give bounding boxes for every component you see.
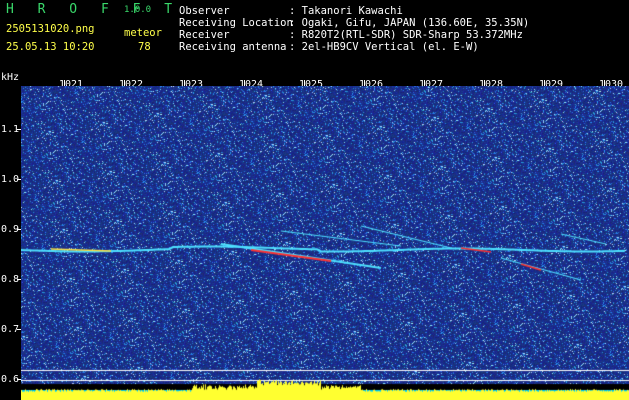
- info-header: H R O F F T 1.0.0 2505131020.png meteor …: [0, 0, 629, 70]
- location-label: Receiving Location: [179, 17, 293, 29]
- antenna-value: : 2el-HB9CV Vertical (el. E-W): [289, 41, 479, 53]
- receiver-label: Receiver: [179, 29, 230, 41]
- location-value: : Ogaki, Gifu, JAPAN (136.60E, 35.35N): [289, 17, 530, 29]
- observer-label: Observer: [179, 5, 230, 17]
- observer-value: : Takanori Kawachi: [289, 5, 403, 17]
- image-filename: 2505131020.png: [6, 23, 95, 35]
- observation-datetime: 25.05.13 10:20: [6, 41, 95, 53]
- antenna-label: Receiving antenna: [179, 41, 287, 53]
- app-version: 1.0.0: [124, 5, 152, 15]
- meteor-label: meteor: [124, 27, 162, 39]
- meteor-count: 78: [138, 41, 151, 53]
- spectrogram-canvas: [21, 86, 629, 400]
- y-unit-label: kHz: [1, 72, 20, 83]
- app-brand: H R O F F T: [6, 2, 181, 17]
- receiver-value: : R820T2(RTL-SDR) SDR-Sharp 53.372MHz: [289, 29, 523, 41]
